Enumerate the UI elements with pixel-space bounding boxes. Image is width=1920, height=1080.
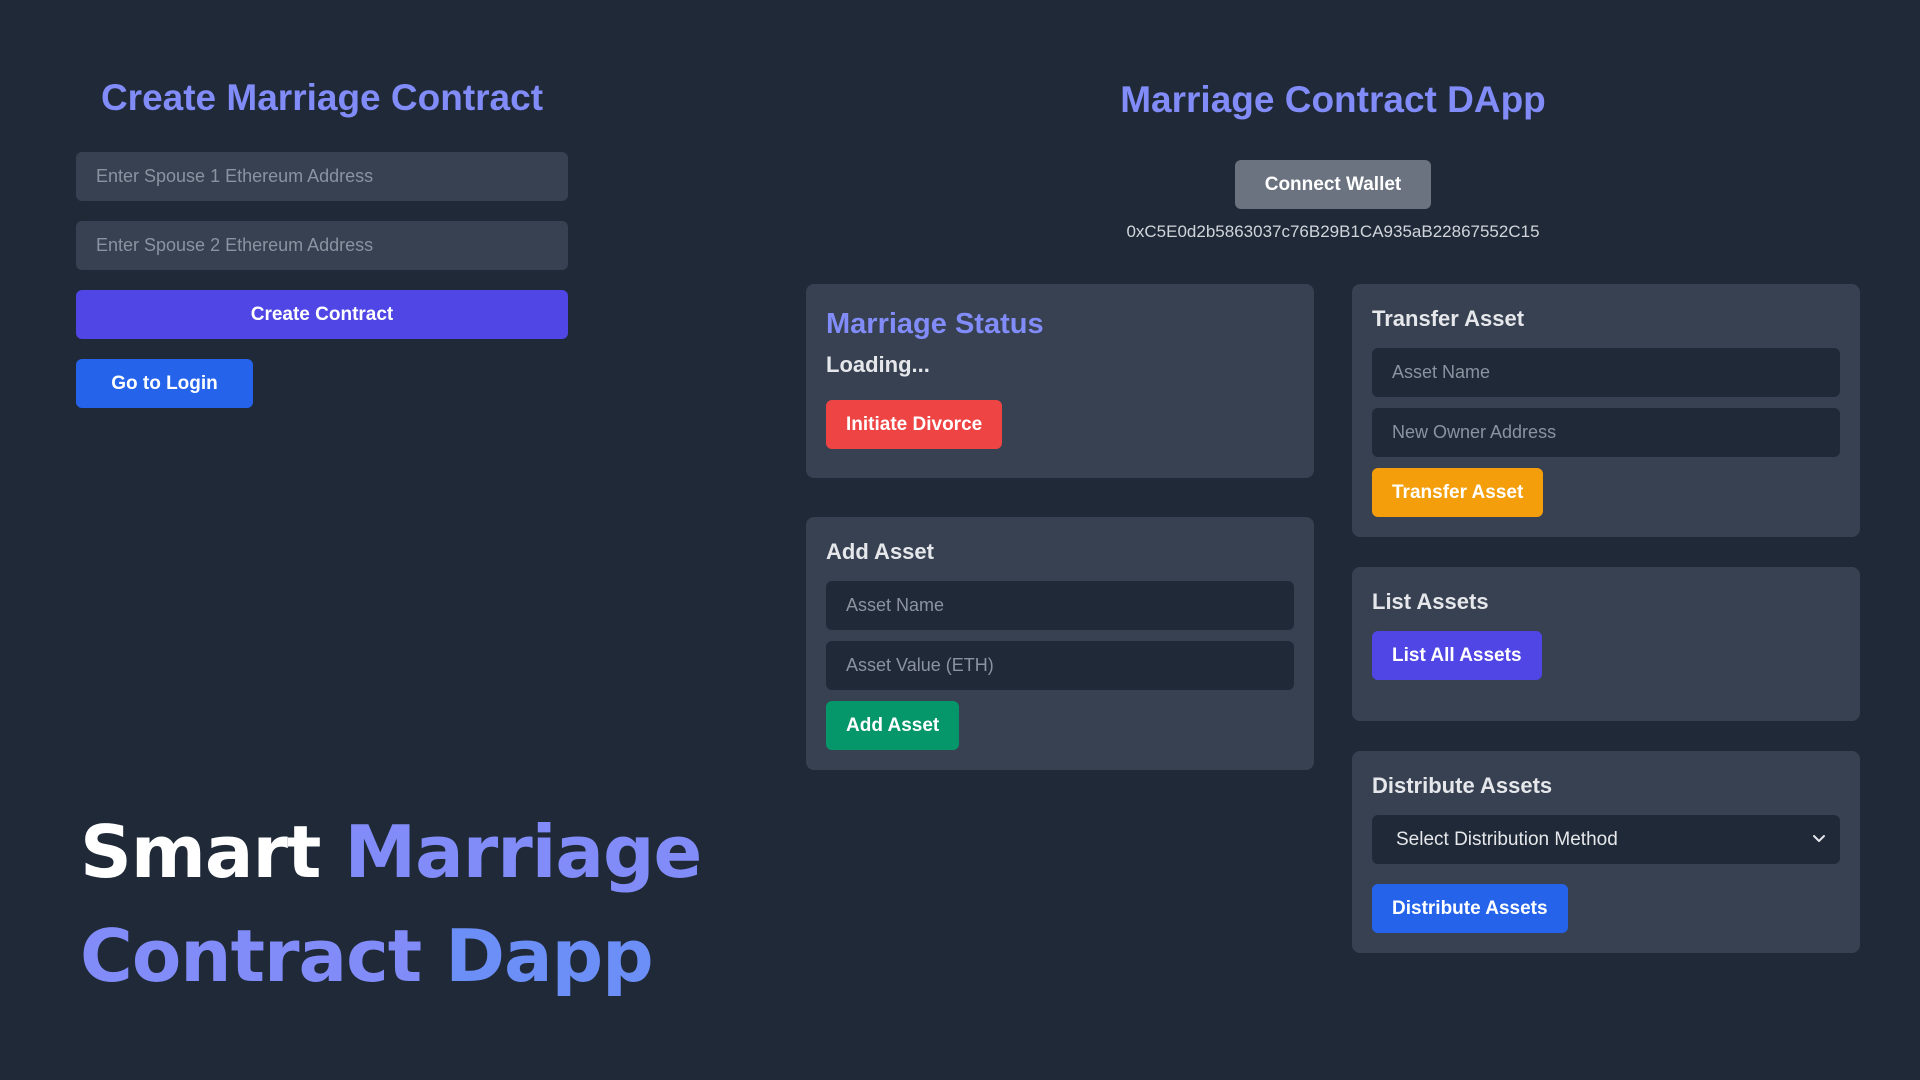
distribute-assets-card: Distribute Assets Select Distribution Me… (1352, 751, 1860, 953)
chevron-down-icon (1813, 835, 1825, 842)
distribution-method-value[interactable]: Select Distribution Method (1372, 815, 1840, 864)
list-all-assets-button[interactable]: List All Assets (1372, 631, 1542, 680)
spouse2-address-input[interactable] (76, 221, 568, 270)
distribution-method-select[interactable]: Select Distribution Method (1372, 815, 1840, 864)
wallet-address: 0xC5E0d2b5863037c76B29B1CA935aB22867552C… (1126, 222, 1540, 241)
marriage-status-title: Marriage Status (826, 308, 1044, 340)
headline-word-smart: Smart (80, 810, 321, 894)
list-assets-card: List Assets List All Assets (1352, 567, 1860, 721)
go-to-login-button[interactable]: Go to Login (76, 359, 253, 408)
marriage-status-card: Marriage Status Loading... Initiate Divo… (806, 284, 1314, 478)
create-contract-title: Create Marriage Contract (100, 77, 544, 118)
transfer-asset-button[interactable]: Transfer Asset (1372, 468, 1544, 517)
app-root: Create Marriage Contract Create Contract… (0, 0, 1920, 1080)
transfer-asset-name-input[interactable] (1372, 348, 1840, 397)
connect-wallet-button[interactable]: Connect Wallet (1235, 160, 1431, 209)
spouse1-address-input[interactable] (76, 152, 568, 201)
create-contract-button[interactable]: Create Contract (76, 290, 568, 339)
distribute-assets-title: Distribute Assets (1372, 773, 1553, 798)
transfer-asset-card: Transfer Asset Transfer Asset (1352, 284, 1860, 537)
add-asset-button[interactable]: Add Asset (826, 701, 960, 750)
connect-wallet-wrapper: Connect Wallet (806, 160, 1860, 209)
dapp-title: Marriage Contract DApp (1120, 79, 1546, 120)
list-assets-title: List Assets (1372, 589, 1489, 614)
headline-word-dapp: Dapp (445, 914, 653, 998)
headline-word-contract: Contract (80, 914, 422, 998)
new-owner-address-input[interactable] (1372, 408, 1840, 457)
distribute-assets-button[interactable]: Distribute Assets (1372, 884, 1568, 933)
promo-headline: Smart Marriage Contract Dapp (80, 800, 702, 1008)
add-asset-value-input[interactable] (826, 641, 1294, 690)
marriage-status-text: Loading... (826, 352, 930, 377)
initiate-divorce-button[interactable]: Initiate Divorce (826, 400, 1003, 449)
add-asset-title: Add Asset (826, 539, 934, 564)
create-contract-section: Create Marriage Contract Create Contract… (76, 70, 568, 408)
headline-word-marriage: Marriage (344, 810, 702, 894)
add-asset-card: Add Asset Add Asset (806, 517, 1314, 770)
add-asset-name-input[interactable] (826, 581, 1294, 630)
transfer-asset-title: Transfer Asset (1372, 306, 1525, 331)
